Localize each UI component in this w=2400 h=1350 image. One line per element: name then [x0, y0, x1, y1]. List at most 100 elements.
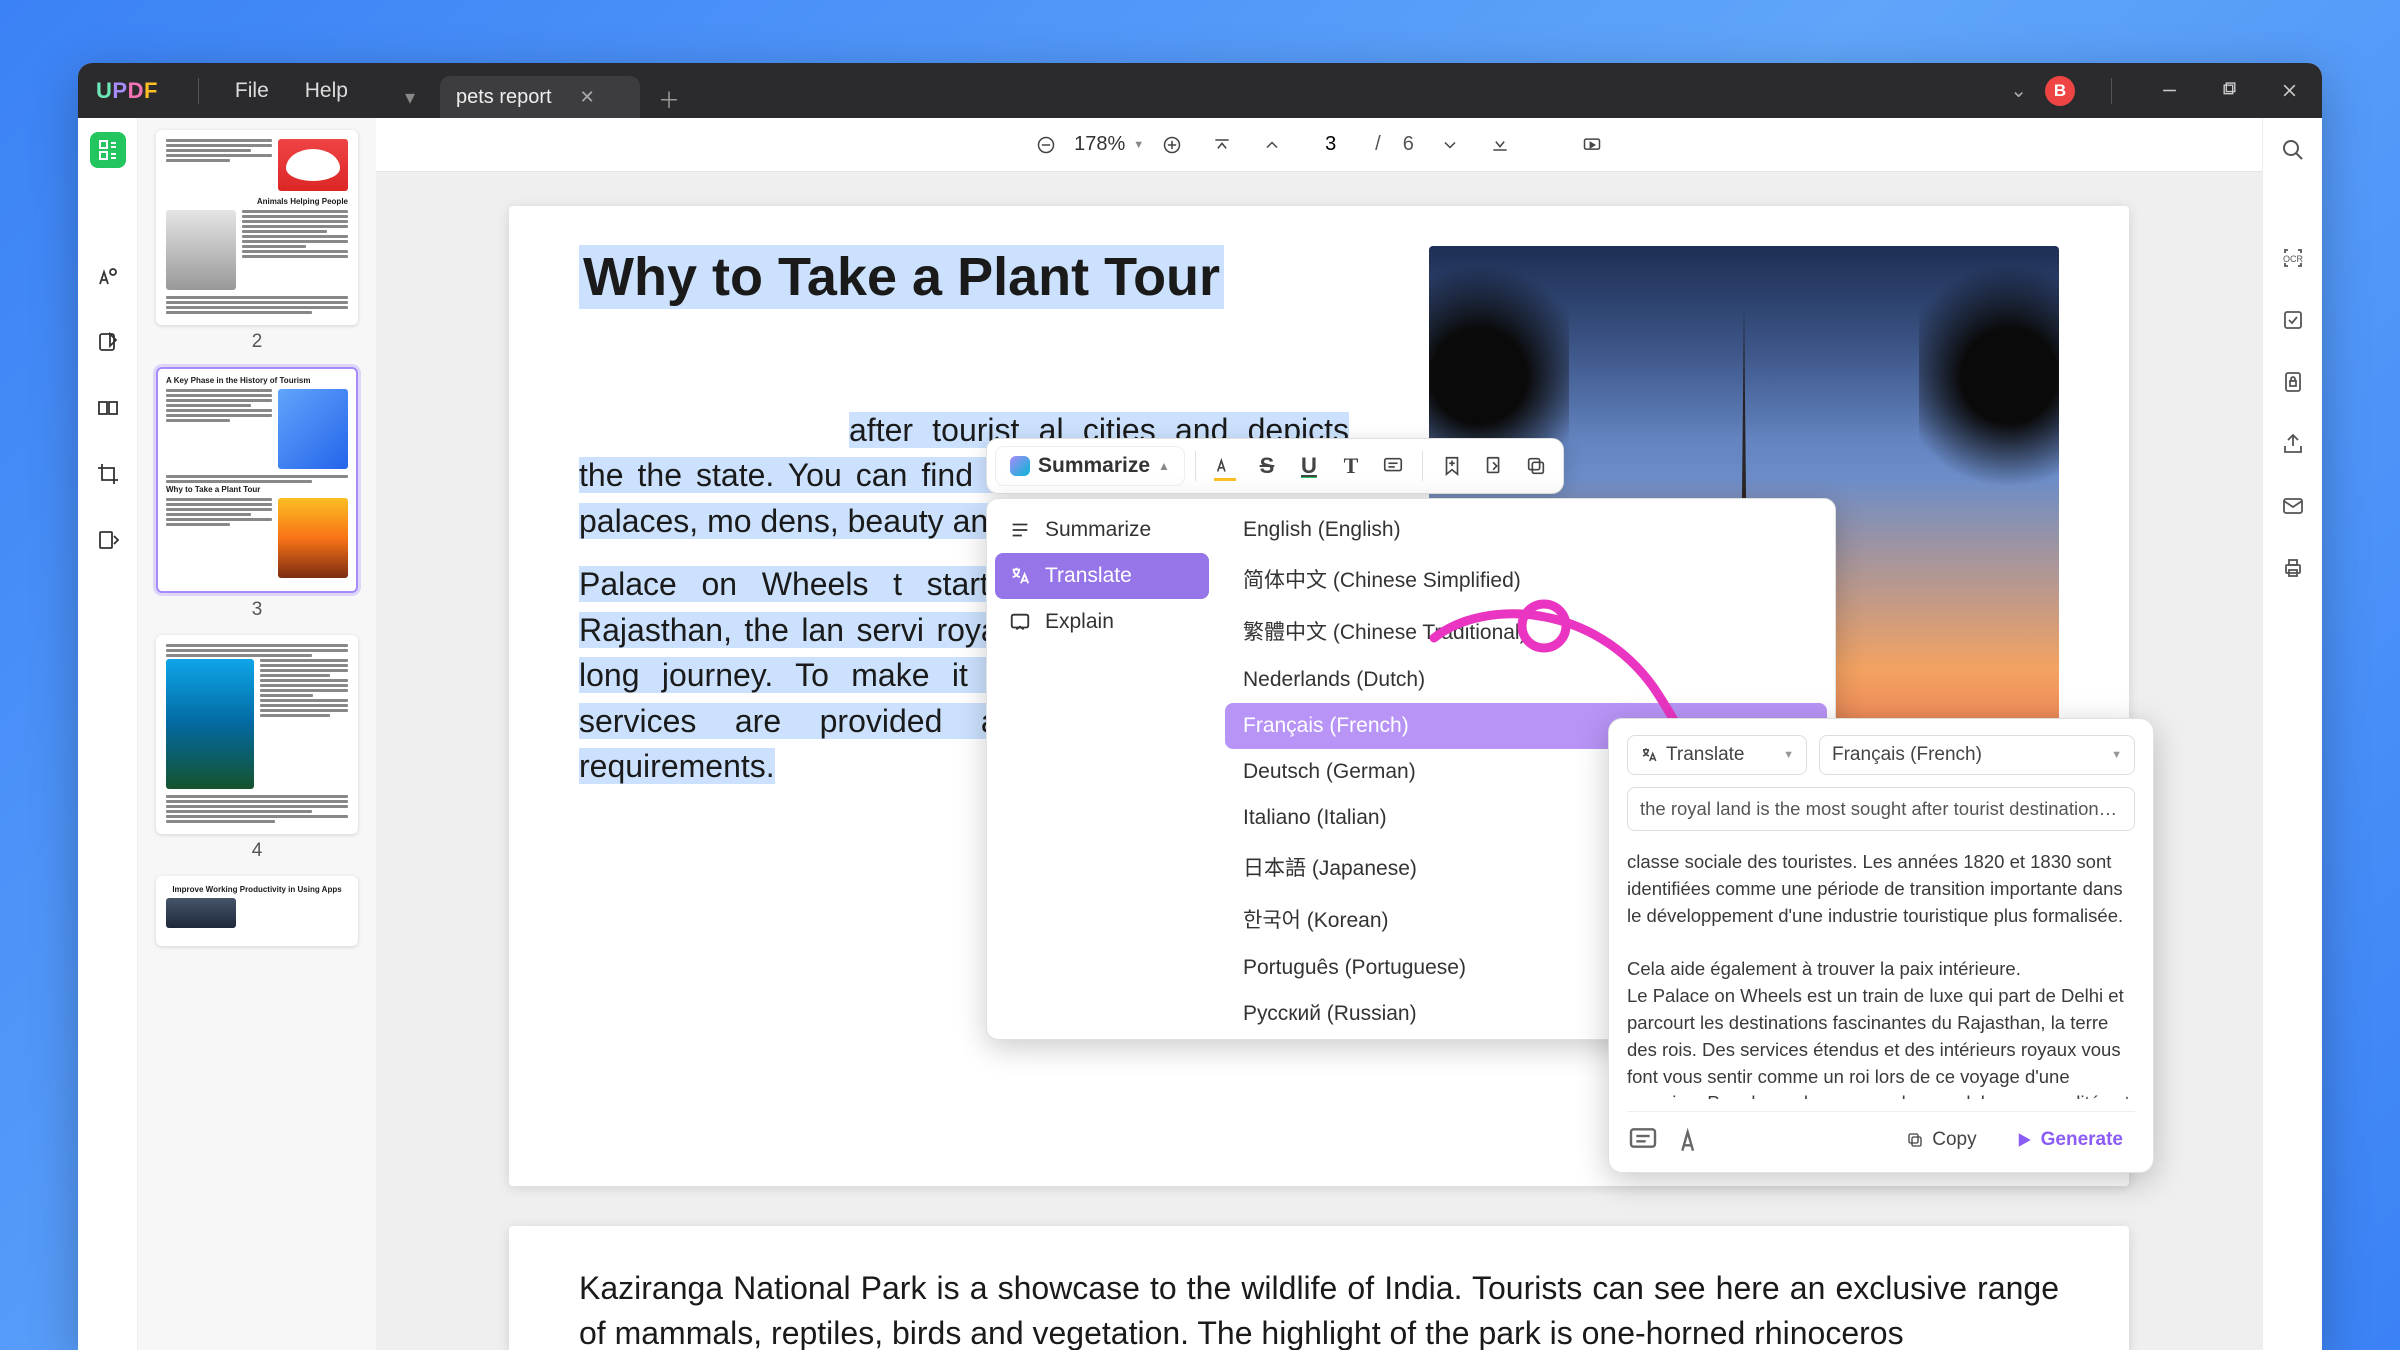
page-sep: /	[1375, 133, 1381, 156]
ai-menu-actions: Summarize Translate Explain	[987, 499, 1217, 1039]
translate-panel: Translate ▼ Français (French) ▼ the roya…	[1608, 718, 2154, 1173]
crop-icon[interactable]	[90, 456, 126, 492]
extract-icon[interactable]	[1475, 447, 1513, 485]
highlight-icon[interactable]	[1206, 447, 1244, 485]
print-icon[interactable]	[2275, 550, 2311, 586]
page-total: 6	[1403, 133, 1414, 156]
zoom-value: 178%	[1074, 133, 1125, 156]
caret-icon: ▲	[1158, 459, 1170, 473]
tab-title: pets report	[456, 86, 552, 109]
ai-explain[interactable]: Explain	[995, 599, 1209, 645]
zoom-in-icon[interactable]	[1158, 131, 1186, 159]
maximize-button[interactable]	[2208, 70, 2250, 112]
underline-icon[interactable]: U	[1290, 447, 1328, 485]
strikethrough-icon[interactable]: S	[1248, 447, 1286, 485]
translate-lang-label: Français (French)	[1832, 744, 1982, 766]
divider	[198, 78, 199, 104]
app-window: UPDF File Help ▾ pets report ✕ ＋ ⌄ B	[78, 63, 2322, 1350]
tab-strip: ▾ pets report ✕ ＋	[386, 63, 688, 118]
thumb-section-title: Why to Take a Plant Tour	[166, 485, 348, 494]
svg-text:OCR: OCR	[2283, 254, 2304, 264]
chevron-down-icon[interactable]: ⌄	[2010, 78, 2027, 103]
close-icon[interactable]: ✕	[580, 87, 595, 108]
selection-toolbar: Summarize ▲ S U T	[986, 438, 1564, 494]
divider	[1422, 451, 1423, 481]
divider	[2111, 78, 2112, 104]
ai-summarize-label: Summarize	[1045, 518, 1151, 542]
thumb-label: 2	[156, 331, 358, 353]
thumbnail[interactable]: Animals Helping People	[156, 130, 358, 325]
ai-translate[interactable]: Translate	[995, 553, 1209, 599]
generate-label: Generate	[2041, 1129, 2123, 1151]
mail-icon[interactable]	[2275, 488, 2311, 524]
view-toolbar: 178% ▼ / 6	[376, 118, 2262, 172]
copy-label: Copy	[1932, 1129, 1976, 1151]
generate-button[interactable]: Generate	[2003, 1122, 2135, 1158]
translate-mode-select[interactable]: Translate ▼	[1627, 735, 1807, 775]
thumb-section-title: Animals Helping People	[166, 197, 348, 206]
zoom-select[interactable]: 178% ▼	[1074, 133, 1144, 156]
summarize-button[interactable]: Summarize ▲	[995, 446, 1185, 486]
menu-file[interactable]: File	[235, 79, 269, 103]
avatar[interactable]: B	[2045, 76, 2075, 106]
ai-translate-label: Translate	[1045, 564, 1132, 588]
thumbnail[interactable]: Improve Working Productivity in Using Ap…	[156, 876, 358, 946]
left-rail	[78, 118, 138, 1350]
comment-icon[interactable]	[1374, 447, 1412, 485]
highlight-icon[interactable]	[1673, 1124, 1705, 1156]
lang-option[interactable]: Nederlands (Dutch)	[1225, 657, 1827, 703]
edit-icon[interactable]	[90, 324, 126, 360]
last-page-icon[interactable]	[1486, 131, 1514, 159]
present-icon[interactable]	[1578, 131, 1606, 159]
note-icon[interactable]	[1627, 1124, 1659, 1156]
search-icon[interactable]	[2275, 132, 2311, 168]
divider	[1195, 451, 1196, 481]
thumbnail[interactable]	[156, 635, 358, 834]
organize-icon[interactable]	[90, 390, 126, 426]
share-icon[interactable]	[2275, 426, 2311, 462]
explain-icon	[1009, 611, 1031, 633]
ai-summarize[interactable]: Summarize	[995, 507, 1209, 553]
bookmark-icon[interactable]	[1433, 447, 1471, 485]
minimize-button[interactable]	[2148, 70, 2190, 112]
tab-add[interactable]: ＋	[650, 80, 688, 118]
body-paragraph: Kaziranga National Park is a showcase to…	[579, 1266, 2059, 1350]
translate-input[interactable]: the royal land is the most sought after …	[1627, 787, 2135, 831]
titlebar-right: ⌄ B	[2010, 70, 2310, 112]
thumbnail[interactable]: A Key Phase in the History of Tourism Wh…	[156, 367, 358, 593]
caret-icon: ▼	[1783, 749, 1794, 761]
prev-page-icon[interactable]	[1258, 131, 1286, 159]
thumb-label: 3	[156, 599, 358, 621]
close-button[interactable]	[2268, 70, 2310, 112]
thumbnails-icon[interactable]	[90, 132, 126, 168]
tab-home-stub[interactable]: ▾	[386, 76, 434, 118]
lang-option[interactable]: English (English)	[1225, 507, 1827, 553]
ocr-icon[interactable]: OCR	[2275, 240, 2311, 276]
lang-option[interactable]: 简体中文 (Chinese Simplified)	[1225, 553, 1827, 605]
annotation-icon[interactable]	[90, 258, 126, 294]
copy-icon[interactable]	[1517, 447, 1555, 485]
menu-help[interactable]: Help	[305, 79, 348, 103]
lang-option[interactable]: 繁體中文 (Chinese Traditional)	[1225, 605, 1827, 657]
translate-lang-select[interactable]: Français (French) ▼	[1819, 735, 2135, 775]
first-page-icon[interactable]	[1208, 131, 1236, 159]
ai-icon	[1010, 456, 1030, 476]
tab-active[interactable]: pets report ✕	[440, 76, 640, 118]
thumbnail-panel[interactable]: Animals Helping People 2 A Key Phase in …	[138, 118, 376, 1350]
protect-icon[interactable]	[2275, 364, 2311, 400]
next-page-icon[interactable]	[1436, 131, 1464, 159]
translate-output[interactable]: classe sociale des touristes. Les années…	[1627, 849, 2135, 1099]
app-logo: UPDF	[96, 78, 158, 104]
page: Kaziranga National Park is a showcase to…	[509, 1226, 2129, 1350]
text-style-icon[interactable]: T	[1332, 447, 1370, 485]
save-icon[interactable]	[2275, 302, 2311, 338]
page-input[interactable]	[1308, 133, 1353, 156]
translate-icon	[1009, 565, 1031, 587]
convert-icon[interactable]	[90, 522, 126, 558]
thumb-section-title: Improve Working Productivity in Using Ap…	[166, 885, 348, 894]
page-title: Why to Take a Plant Tour	[579, 246, 1349, 308]
zoom-out-icon[interactable]	[1032, 131, 1060, 159]
thumb-label: 4	[156, 840, 358, 862]
summarize-label: Summarize	[1038, 454, 1150, 478]
copy-button[interactable]: Copy	[1894, 1122, 1988, 1158]
